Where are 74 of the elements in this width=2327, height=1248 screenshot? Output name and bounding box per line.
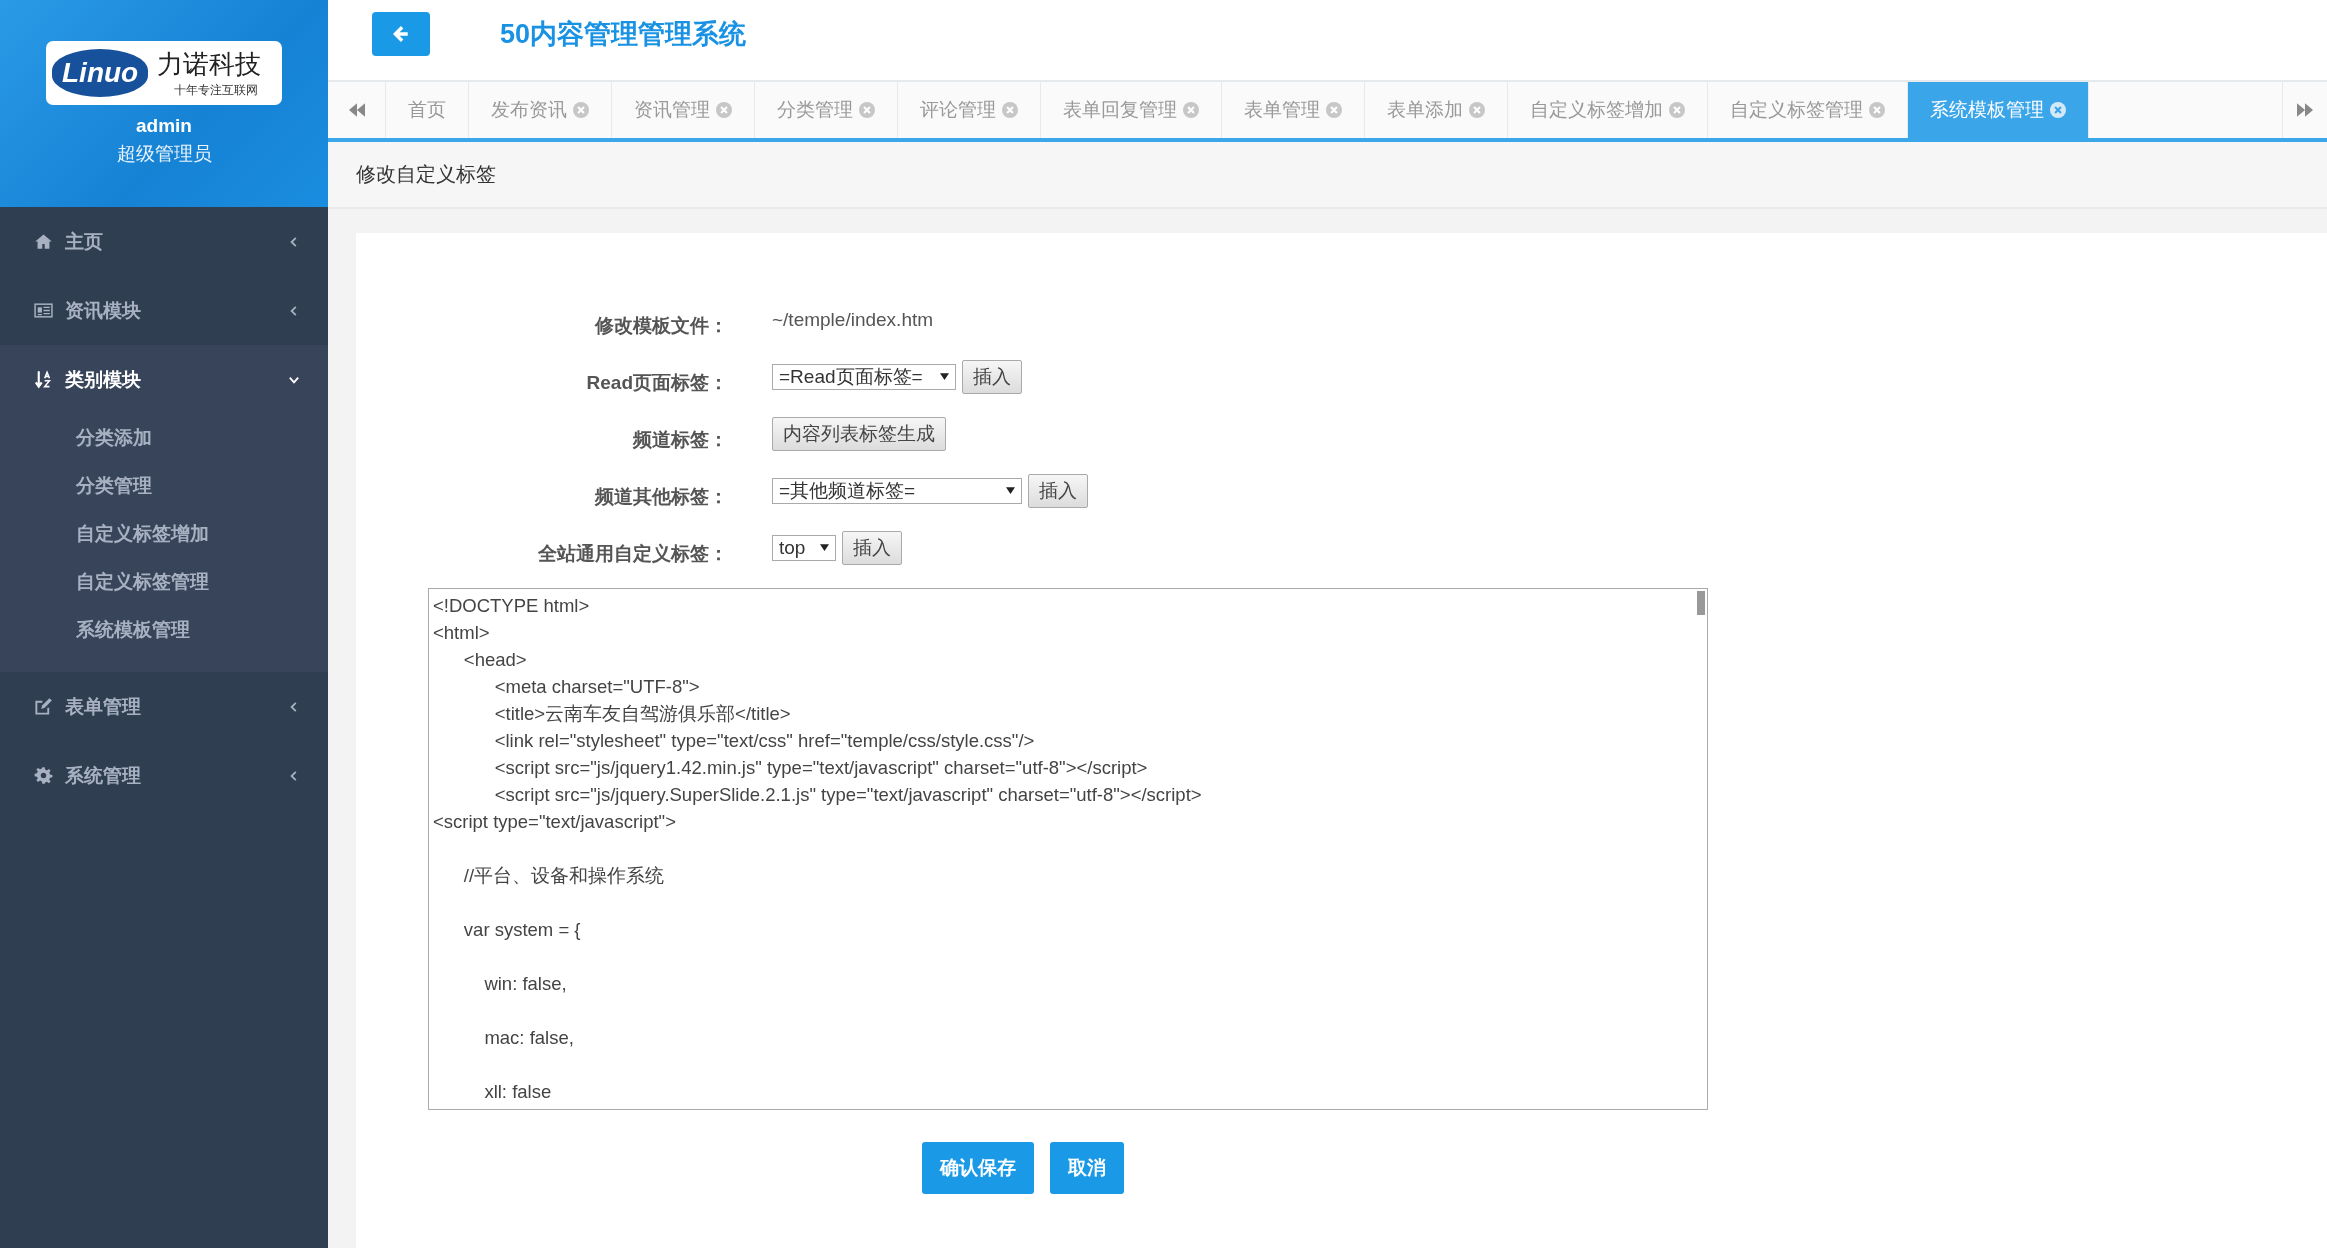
- generate-button[interactable]: 内容列表标签生成: [772, 416, 946, 451]
- insert-button[interactable]: 插入: [962, 359, 1022, 394]
- settings-icon: [34, 766, 53, 785]
- double-left-icon: [348, 103, 365, 117]
- sub-nav-item[interactable]: 自定义标签管理: [0, 558, 328, 606]
- tab[interactable]: 资讯管理: [612, 82, 755, 138]
- dropdown[interactable]: =其他频道标签=: [772, 477, 1022, 504]
- form-label: 频道其他标签：: [593, 484, 729, 509]
- app-title: 50内容管理管理系统: [500, 17, 747, 51]
- double-right-icon: [2297, 103, 2313, 117]
- close-icon[interactable]: [1869, 102, 1885, 118]
- close-icon[interactable]: [1183, 102, 1199, 118]
- nav-item[interactable]: 表单管理: [0, 672, 328, 741]
- insert-button[interactable]: 插入: [1028, 473, 1088, 508]
- user-role: 超级管理员: [116, 142, 212, 166]
- dropdown[interactable]: top: [772, 534, 836, 561]
- logo-brand: Linuo: [52, 49, 149, 97]
- nav-label: 资讯模块: [65, 298, 142, 323]
- dropdown-arrow-icon: [940, 373, 949, 380]
- form-label: 全站通用自定义标签：: [537, 541, 729, 566]
- insert-button[interactable]: 插入: [842, 530, 902, 565]
- dropdown-arrow-icon: [820, 544, 829, 551]
- tab[interactable]: 发布资讯: [469, 82, 612, 138]
- scrollbar-thumb[interactable]: [1697, 591, 1705, 615]
- nav-label: 表单管理: [65, 694, 142, 719]
- tab[interactable]: 自定义标签增加: [1508, 82, 1708, 138]
- file-path: ~/temple/index.htm: [772, 308, 934, 331]
- nav-item[interactable]: 资讯模块: [0, 276, 328, 345]
- close-icon[interactable]: [2050, 102, 2066, 118]
- dropdown-arrow-icon: [1006, 487, 1015, 494]
- tab[interactable]: 自定义标签管理: [1708, 82, 1908, 138]
- sub-nav-item[interactable]: 分类添加: [0, 414, 328, 462]
- close-icon[interactable]: [1669, 102, 1685, 118]
- form-label: 频道标签：: [631, 427, 729, 452]
- tab[interactable]: 表单回复管理: [1041, 82, 1222, 138]
- newspaper-icon: [34, 301, 53, 320]
- close-icon[interactable]: [1469, 102, 1485, 118]
- page-heading: 修改自定义标签: [356, 162, 496, 187]
- sub-nav-item[interactable]: 自定义标签增加: [0, 510, 328, 558]
- tab[interactable]: 表单添加: [1365, 82, 1508, 138]
- arrow-left-icon: [392, 24, 410, 43]
- nav-label: 系统管理: [65, 763, 142, 788]
- tab[interactable]: 评论管理: [898, 82, 1041, 138]
- tab[interactable]: 系统模板管理: [1908, 82, 2089, 138]
- nav-label: 类别模块: [65, 367, 142, 392]
- action-button[interactable]: 确认保存: [922, 1142, 1034, 1194]
- sub-nav-item[interactable]: 系统模板管理: [0, 606, 328, 654]
- nav-item[interactable]: 类别模块: [0, 345, 328, 414]
- scroll-right-button[interactable]: [2282, 82, 2327, 138]
- tab[interactable]: 分类管理: [755, 82, 898, 138]
- close-icon[interactable]: [573, 102, 589, 118]
- back-button[interactable]: [372, 11, 430, 56]
- scroll-left-button[interactable]: [328, 82, 386, 138]
- dropdown[interactable]: =Read页面标签=: [772, 363, 956, 390]
- close-icon[interactable]: [859, 102, 875, 118]
- form-label: Read页面标签：: [585, 370, 729, 395]
- nav-item[interactable]: 系统管理: [0, 741, 328, 810]
- sub-nav-item[interactable]: 分类管理: [0, 462, 328, 510]
- edit-icon: [34, 697, 53, 716]
- logo-slogan: 十年专注互联网: [173, 82, 260, 99]
- tab[interactable]: 首页: [386, 82, 469, 138]
- nav-label: 主页: [65, 229, 104, 254]
- close-icon[interactable]: [1326, 102, 1342, 118]
- home-icon: [34, 232, 53, 251]
- tab[interactable]: 表单管理: [1222, 82, 1365, 138]
- form-label: 修改模板文件：: [593, 313, 729, 338]
- user-name: admin: [136, 115, 192, 137]
- action-button[interactable]: 取消: [1050, 1142, 1124, 1194]
- close-icon[interactable]: [716, 102, 732, 118]
- close-icon[interactable]: [1002, 102, 1018, 118]
- nav-item[interactable]: 主页: [0, 207, 328, 276]
- logo-company: 力诺科技: [157, 48, 262, 81]
- sort-icon: [34, 370, 53, 389]
- code-editor[interactable]: <!DOCTYPE html> <html> <head> <meta charset="UTF-8"> <title>云南车友自驾游俱乐部</title> <link rel="stylesheet" type="text/css" href="temple/css/style.css"/> <script src="js/jquery1.42.min.js" type="text/javascript" charset="utf-8"></script> <script src="js/jquery.SuperSlide.2.1.js" type="text/javascript" charset="utf-8"></script> <script type="text/javascript"> //平台、设备和操作系统 var system = { win: false, mac: false, xll: false: [428, 588, 1708, 1110]
